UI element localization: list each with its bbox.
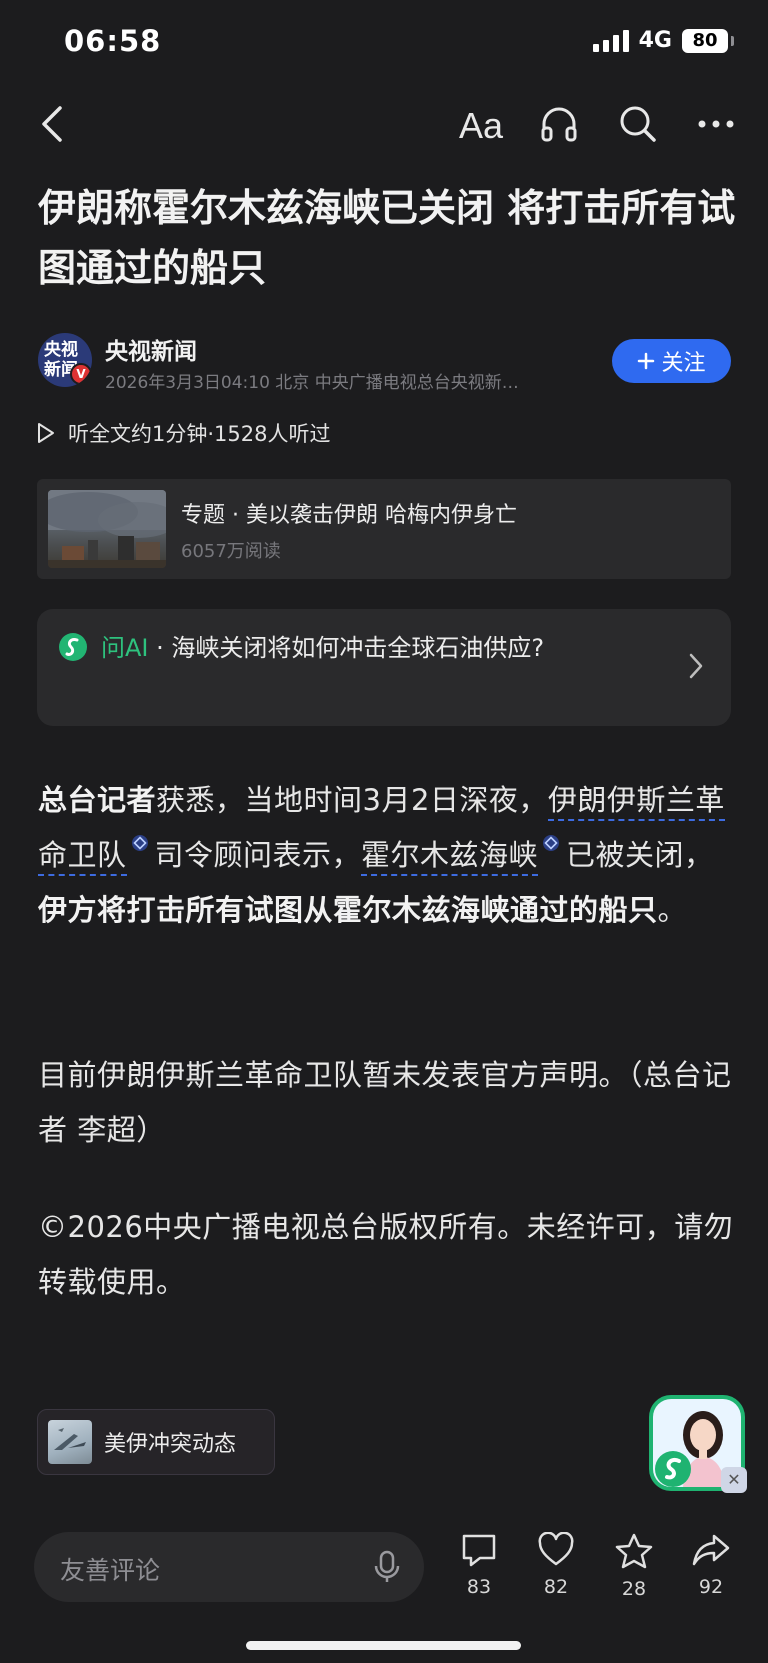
comment-input[interactable]: 友善评论 bbox=[34, 1532, 424, 1602]
comment-placeholder: 友善评论 bbox=[60, 1556, 161, 1585]
topic-title: 专题 · 美以袭击伊朗 哈梅内伊身亡 bbox=[181, 503, 517, 528]
like-count: 82 bbox=[543, 1576, 569, 1598]
topic-card[interactable]: 专题 · 美以袭击伊朗 哈梅内伊身亡 6057万阅读 bbox=[37, 479, 731, 579]
paragraph-text: 已被关闭， bbox=[566, 838, 714, 872]
paragraph-text: 。 bbox=[657, 893, 688, 927]
chevron-right-icon bbox=[689, 653, 703, 683]
ai-label: 问AI bbox=[101, 634, 149, 662]
article-title: 伊朗称霍尔木兹海峡已关闭 将打击所有试图通过的船只 bbox=[38, 186, 736, 290]
article-paragraph-1: 总台记者获悉，当地时间3月2日深夜，伊朗伊斯兰革命卫队 司令顾问表示，霍尔木兹海峡… bbox=[38, 773, 738, 938]
author-avatar[interactable]: 央视新闻 V bbox=[38, 333, 92, 387]
search-icon[interactable] bbox=[614, 100, 662, 148]
float-tag-thumbnail bbox=[48, 1420, 92, 1464]
like-button[interactable]: 82 bbox=[526, 1531, 586, 1598]
article-paragraph-2: 目前伊朗伊斯兰革命卫队暂未发表官方声明。（总台记者 李超） bbox=[38, 1058, 732, 1147]
float-tag-label: 美伊冲突动态 bbox=[104, 1432, 237, 1457]
ai-question-text: · 海峡关闭将如何冲击全球石油供应? bbox=[148, 634, 545, 662]
share-icon bbox=[692, 1534, 730, 1566]
copyright-notice: ©2026中央广播电视总台版权所有。未经许可，请勿转载使用。 bbox=[38, 1210, 734, 1299]
emphasis-text: 伊方将打击所有试图从霍尔木兹海峡通过的船只 bbox=[38, 893, 658, 927]
comment-button[interactable]: 83 bbox=[449, 1532, 509, 1598]
follow-button[interactable]: 关注 bbox=[612, 339, 731, 383]
status-bar: 06:58 4G 80 bbox=[0, 0, 768, 84]
share-count: 92 bbox=[698, 1576, 724, 1598]
favorite-count: 28 bbox=[621, 1578, 647, 1600]
verified-badge-icon: V bbox=[70, 363, 92, 385]
ask-ai-card[interactable]: 问AI · 海峡关闭将如何冲击全球石油供应? bbox=[37, 609, 731, 726]
close-icon[interactable]: ✕ bbox=[721, 1467, 747, 1493]
reporter-lead: 总台记者 bbox=[38, 783, 157, 817]
heart-icon bbox=[538, 1531, 574, 1566]
author-meta: 2026年3月3日04:10 北京 中央广播电视总台央视新… bbox=[105, 373, 519, 393]
nav-bar: Aa bbox=[0, 92, 768, 156]
listen-label: 听全文约1分钟·1528人听过 bbox=[68, 422, 331, 446]
star-icon bbox=[615, 1533, 653, 1569]
ai-question: 问AI · 海峡关闭将如何冲击全球石油供应? bbox=[101, 629, 661, 667]
paragraph-text: 获悉，当地时间3月2日深夜， bbox=[156, 783, 548, 817]
comment-icon bbox=[462, 1534, 496, 1567]
status-time: 06:58 bbox=[64, 24, 162, 58]
entity-badge-icon[interactable] bbox=[131, 834, 149, 852]
home-indicator bbox=[246, 1641, 521, 1650]
listen-row[interactable]: 听全文约1分钟·1528人听过 bbox=[36, 418, 330, 448]
back-icon[interactable] bbox=[28, 100, 76, 148]
play-icon bbox=[38, 423, 54, 443]
network-type: 4G bbox=[638, 28, 672, 53]
ai-assistant-avatar[interactable]: ✕ bbox=[649, 1395, 747, 1493]
mic-icon[interactable] bbox=[372, 1550, 402, 1588]
topic-reads: 6057万阅读 bbox=[181, 541, 281, 562]
entity-badge-icon[interactable] bbox=[542, 834, 560, 852]
battery-icon: 80 bbox=[682, 28, 734, 53]
svg-text:Aa: Aa bbox=[459, 105, 504, 144]
paragraph-text: 司令顾问表示， bbox=[154, 838, 362, 872]
share-button[interactable]: 92 bbox=[681, 1532, 741, 1598]
ai-logo-icon bbox=[59, 633, 87, 661]
entity-link-hormuz[interactable]: 霍尔木兹海峡 bbox=[361, 838, 539, 876]
status-indicators: 4G 80 bbox=[592, 28, 734, 53]
plus-icon bbox=[638, 352, 655, 370]
headphones-icon[interactable] bbox=[535, 100, 583, 148]
topic-float-tag[interactable]: 美伊冲突动态 bbox=[37, 1409, 275, 1475]
topic-thumbnail bbox=[48, 490, 166, 568]
author-name[interactable]: 央视新闻 bbox=[105, 332, 197, 366]
comment-count: 83 bbox=[466, 1576, 492, 1598]
follow-label: 关注 bbox=[661, 351, 706, 376]
favorite-button[interactable]: 28 bbox=[604, 1532, 664, 1600]
signal-icon bbox=[592, 29, 629, 52]
font-size-icon[interactable]: Aa bbox=[456, 100, 512, 148]
more-icon[interactable] bbox=[692, 100, 740, 148]
